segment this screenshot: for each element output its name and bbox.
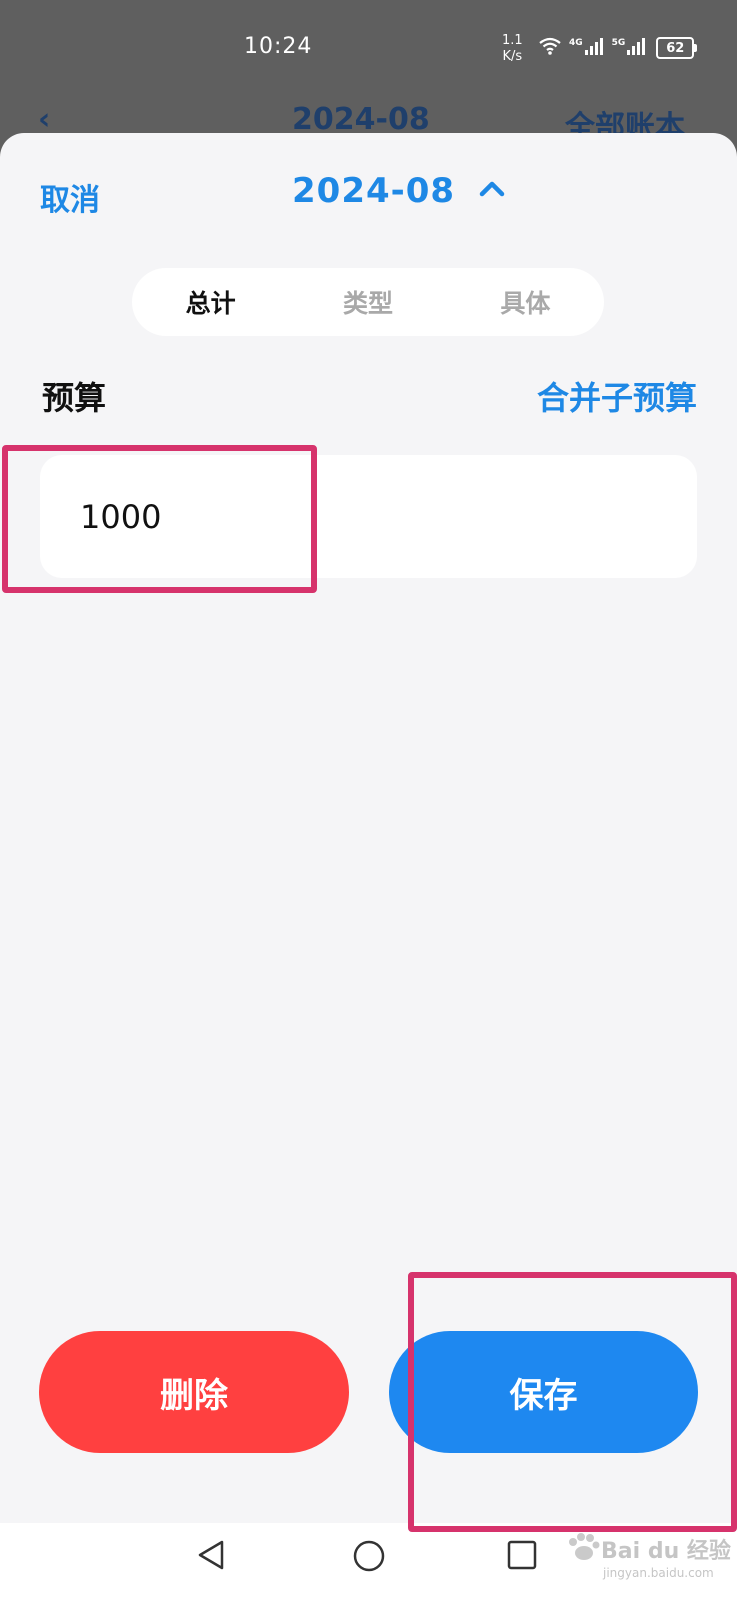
tab-type[interactable]: 类型 — [289, 284, 446, 320]
network-speed: 1.1 K/s — [502, 33, 523, 65]
network-speed-unit: K/s — [502, 49, 523, 64]
save-button[interactable]: 保存 — [389, 1331, 698, 1453]
segment-tabs: 总计 类型 具体 — [132, 268, 604, 336]
back-triangle-icon[interactable] — [196, 1539, 226, 1575]
chevron-up-icon — [479, 181, 505, 201]
signal-icon — [627, 37, 647, 59]
network-speed-value: 1.1 — [502, 33, 523, 48]
network-5g-label: 5G — [611, 38, 626, 48]
month-label: 2024-08 — [292, 171, 456, 211]
status-bar: 10:24 1.1 K/s 4G 5G 62 — [0, 0, 737, 100]
wifi-icon — [538, 37, 562, 59]
tab-specific[interactable]: 具体 — [447, 284, 604, 320]
back-arrow-icon: ‹ — [38, 102, 51, 137]
background-date: 2024-08 — [292, 102, 430, 137]
merge-sub-budget-link[interactable]: 合并子预算 — [537, 373, 697, 419]
status-icons: 4G 5G 62 — [538, 37, 698, 59]
budget-input-value: 1000 — [80, 498, 162, 536]
paw-logo-icon — [565, 1532, 601, 1566]
home-circle-icon[interactable] — [352, 1539, 386, 1577]
month-picker[interactable]: 2024-08 — [292, 171, 505, 211]
budget-label: 预算 — [42, 379, 107, 417]
recents-square-icon[interactable] — [506, 1539, 538, 1575]
budget-sheet: 取消 2024-08 总计 类型 具体 预算 合并子预算 1000 删除 保存 — [0, 133, 737, 1523]
status-time: 10:24 — [244, 34, 313, 59]
cancel-button[interactable]: 取消 — [40, 175, 100, 219]
budget-input[interactable]: 1000 — [40, 455, 697, 578]
signal-icon — [584, 37, 605, 59]
tab-total[interactable]: 总计 — [132, 284, 289, 320]
watermark-subtext: jingyan.baidu.com — [603, 1566, 714, 1580]
watermark-text: Bai du 经验 — [601, 1539, 731, 1564]
baidu-watermark: Bai du 经验 jingyan.baidu.com — [565, 1532, 731, 1580]
delete-button[interactable]: 删除 — [39, 1331, 349, 1453]
battery-icon: 62 — [656, 37, 698, 59]
network-4g-label: 4G — [569, 38, 583, 48]
